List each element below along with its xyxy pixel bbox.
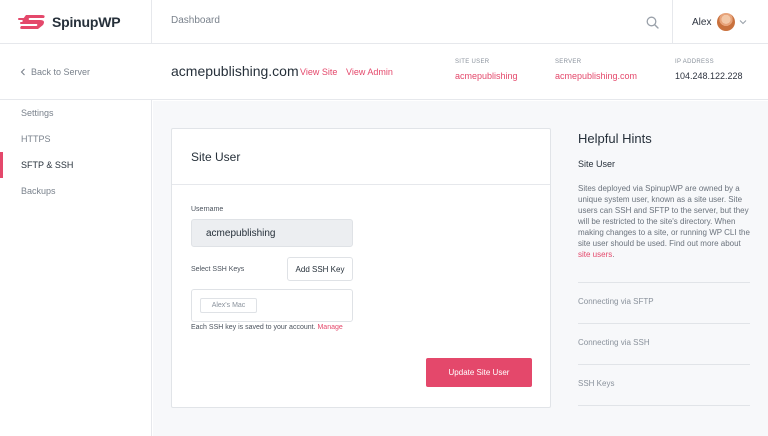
chevron-left-icon bbox=[20, 68, 25, 76]
update-site-user-button[interactable]: Update Site User bbox=[426, 358, 532, 387]
meta-server-label: SERVER bbox=[555, 59, 582, 65]
avatar bbox=[717, 13, 736, 31]
brand-name: SpinupWP bbox=[52, 14, 121, 30]
hint-body-text: Sites deployed via SpinupWP are owned by… bbox=[578, 184, 750, 248]
meta-site-user-label: SITE USER bbox=[455, 59, 490, 65]
meta-site-user: SITE USER acmepublishing bbox=[455, 59, 518, 81]
nav-dashboard-link[interactable]: Dashboard bbox=[171, 15, 220, 26]
sidebar-item-backups[interactable]: Backups bbox=[0, 178, 151, 204]
ssh-key-help-text: Each SSH key is saved to your account. bbox=[191, 324, 316, 331]
ssh-key-help: Each SSH key is saved to your account. M… bbox=[191, 324, 343, 331]
back-to-server-label: Back to Server bbox=[31, 67, 91, 77]
user-menu[interactable]: Alex bbox=[692, 0, 747, 44]
card-title: Site User bbox=[191, 149, 241, 164]
card-header: Site User bbox=[172, 129, 550, 185]
hint-item-connecting-sftp[interactable]: Connecting via SFTP bbox=[578, 282, 750, 323]
meta-server: SERVER acmepublishing.com bbox=[555, 59, 637, 81]
chevron-down-icon bbox=[740, 20, 747, 25]
top-bar: SpinupWP Dashboard Alex bbox=[0, 0, 768, 44]
add-ssh-key-button[interactable]: Add SSH Key bbox=[287, 257, 353, 281]
search-icon bbox=[646, 16, 659, 29]
sidebar-item-sftp-ssh[interactable]: SFTP & SSH bbox=[0, 152, 151, 178]
manage-keys-link[interactable]: Manage bbox=[317, 324, 342, 331]
main-content: Site User Username acmepublishing Select… bbox=[153, 101, 768, 436]
username-field[interactable]: acmepublishing bbox=[191, 219, 353, 247]
view-site-link[interactable]: View Site bbox=[300, 67, 337, 77]
brand-logo[interactable]: SpinupWP bbox=[0, 0, 152, 44]
site-users-link[interactable]: site users bbox=[578, 250, 612, 259]
username-label: Username bbox=[191, 206, 224, 213]
hint-item-connecting-ssh[interactable]: Connecting via SSH bbox=[578, 323, 750, 364]
ssh-keys-select[interactable]: Alex's Mac bbox=[191, 289, 353, 322]
back-to-server-link[interactable]: Back to Server bbox=[20, 67, 90, 77]
hint-body-suffix: . bbox=[612, 250, 615, 259]
sidebar-item-https[interactable]: HTTPS bbox=[0, 126, 151, 152]
view-admin-link[interactable]: View Admin bbox=[346, 67, 393, 77]
ssh-keys-label: Select SSH Keys bbox=[191, 266, 245, 273]
meta-ip-address-value: 104.248.122.228 bbox=[675, 71, 743, 81]
meta-server-value[interactable]: acmepublishing.com bbox=[555, 71, 637, 81]
site-user-card: Site User Username acmepublishing Select… bbox=[171, 128, 551, 408]
search-button[interactable] bbox=[633, 0, 673, 44]
hints-divider bbox=[578, 405, 750, 406]
meta-ip-address: IP ADDRESS 104.248.122.228 bbox=[675, 59, 743, 81]
spinupwp-logo-icon bbox=[18, 15, 45, 29]
meta-ip-address-label: IP ADDRESS bbox=[675, 59, 714, 65]
ssh-key-tag[interactable]: Alex's Mac bbox=[200, 298, 257, 313]
site-title: acmepublishing.com bbox=[171, 63, 299, 79]
site-header: Back to Server acmepublishing.com View S… bbox=[0, 44, 768, 100]
hints-title: Helpful Hints bbox=[578, 131, 652, 146]
sidebar-item-settings[interactable]: Settings bbox=[0, 100, 151, 126]
sidebar: Settings HTTPS SFTP & SSH Backups bbox=[0, 100, 152, 436]
user-name: Alex bbox=[692, 16, 712, 28]
hint-item-ssh-keys[interactable]: SSH Keys bbox=[578, 364, 750, 405]
meta-site-user-value[interactable]: acmepublishing bbox=[455, 71, 518, 81]
hint-body: Sites deployed via SpinupWP are owned by… bbox=[578, 183, 750, 260]
hint-heading-site-user[interactable]: Site User bbox=[578, 159, 615, 169]
